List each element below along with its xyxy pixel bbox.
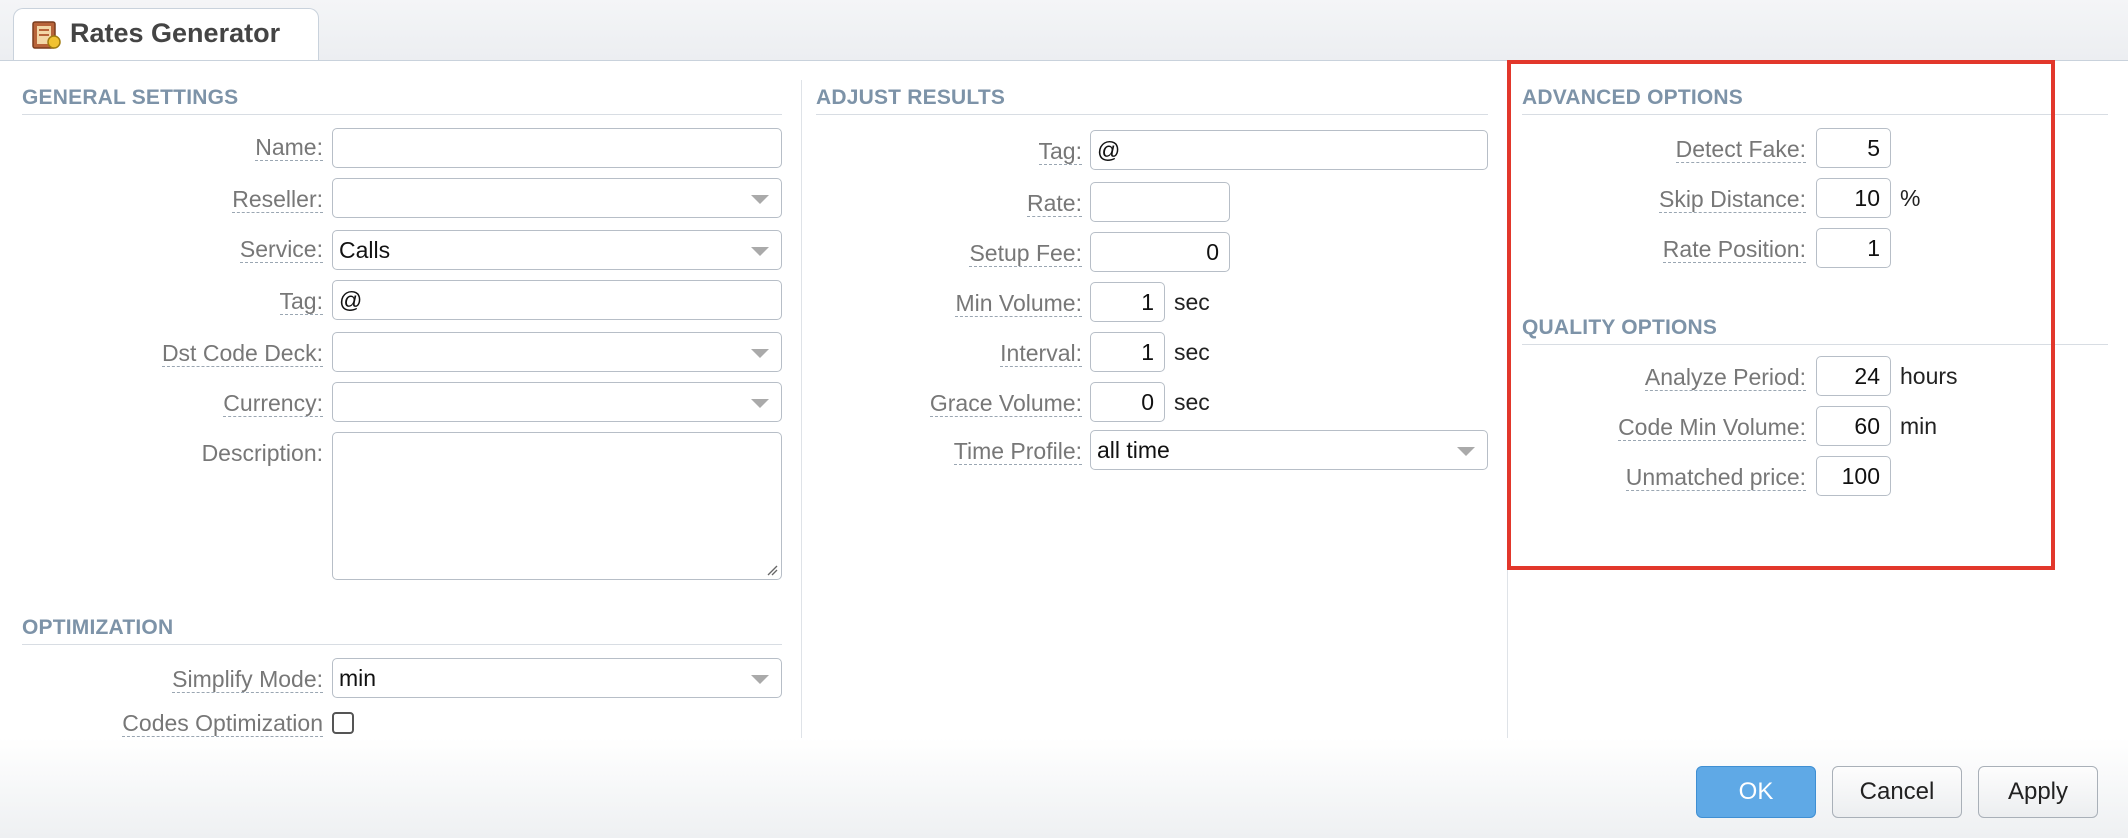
rates-generator-icon	[32, 21, 61, 49]
setup-fee-label: Setup Fee:	[969, 240, 1082, 267]
window-title: Rates Generator	[70, 18, 281, 48]
description-textarea[interactable]	[332, 432, 782, 580]
currency-select[interactable]	[332, 382, 782, 422]
tab-rates-generator[interactable]: Rates Generator	[13, 8, 319, 60]
ok-button[interactable]: OK	[1696, 766, 1816, 818]
rate-input[interactable]	[1090, 182, 1230, 222]
setup-fee-input[interactable]: 0	[1090, 232, 1230, 272]
reseller-label: Reseller:	[232, 186, 323, 213]
currency-label: Currency:	[223, 390, 323, 417]
adjust-tag-input[interactable]: @	[1090, 130, 1488, 170]
adjust-tag-label: Tag:	[1038, 138, 1082, 165]
apply-button[interactable]: Apply	[1978, 766, 2098, 818]
rate-label: Rate:	[1027, 190, 1082, 217]
codes-optimization-checkbox[interactable]	[332, 712, 354, 734]
interval-input[interactable]: 1	[1090, 332, 1165, 372]
column-divider-1	[801, 80, 802, 740]
dst-code-deck-label: Dst Code Deck:	[161, 340, 323, 367]
window-header: Rates Generator	[0, 0, 2128, 61]
name-input[interactable]	[332, 128, 782, 168]
simplify-mode-label: Simplify Mode:	[172, 666, 323, 693]
min-volume-label: Min Volume:	[955, 290, 1082, 317]
simplify-mode-select[interactable]: min	[332, 658, 782, 698]
grace-volume-label: Grace Volume:	[929, 390, 1082, 417]
interval-label: Interval:	[1000, 340, 1082, 367]
dst-code-deck-select[interactable]	[332, 332, 782, 372]
description-label: Description:	[201, 440, 323, 466]
grace-volume-unit: sec	[1174, 389, 1210, 415]
codes-optimization-label: Codes Optimization	[122, 710, 323, 737]
grace-volume-input[interactable]: 0	[1090, 382, 1165, 422]
name-label: Name:	[255, 134, 323, 161]
general-settings-title: GENERAL SETTINGS	[22, 86, 782, 115]
service-select[interactable]: Calls	[332, 230, 782, 270]
time-profile-label: Time Profile:	[953, 438, 1082, 465]
service-label: Service:	[239, 236, 323, 263]
adjust-results-title: ADJUST RESULTS	[816, 86, 1488, 115]
interval-unit: sec	[1174, 339, 1210, 365]
resize-grip-icon[interactable]	[766, 564, 778, 576]
tag-label: Tag:	[279, 288, 323, 315]
min-volume-input[interactable]: 1	[1090, 282, 1165, 322]
reseller-select[interactable]	[332, 178, 782, 218]
highlight-box	[1507, 60, 2055, 570]
time-profile-select[interactable]: all time	[1090, 430, 1488, 470]
optimization-title: OPTIMIZATION	[22, 616, 782, 645]
cancel-button[interactable]: Cancel	[1832, 766, 1962, 818]
tag-input[interactable]: @	[332, 280, 782, 320]
min-volume-unit: sec	[1174, 289, 1210, 315]
